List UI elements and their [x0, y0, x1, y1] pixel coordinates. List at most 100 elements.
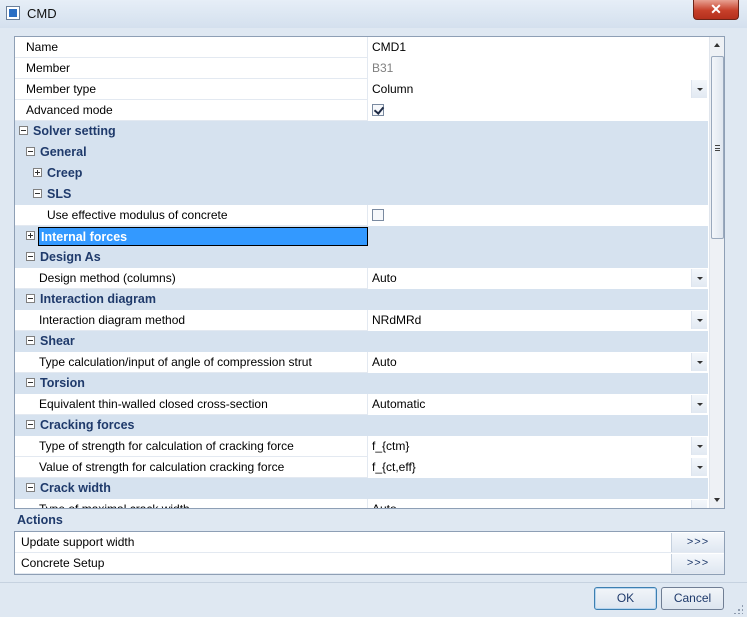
grid-category-row[interactable]: Interaction diagram: [15, 289, 708, 310]
property-grid: Name CMD1 Member B31 Member type Column Advanc…: [14, 36, 725, 509]
app-icon: [6, 6, 20, 20]
grid-property-row[interactable]: Value of strength for calculation cracki…: [15, 457, 708, 478]
scroll-down-arrow-icon[interactable]: [710, 491, 724, 508]
grid-category-row[interactable]: Crack width: [15, 478, 708, 499]
grid-property-row[interactable]: Type of strength for calculation of crac…: [15, 436, 708, 457]
grid-property-row[interactable]: Member type Column: [15, 79, 708, 100]
property-value-cell[interactable]: Column: [367, 79, 708, 100]
grid-category-row[interactable]: Design As: [15, 247, 708, 268]
window-title: CMD: [27, 6, 57, 21]
property-label: Value of strength for calculation cracki…: [39, 460, 285, 474]
grid-property-row[interactable]: Design method (columns) Auto: [15, 268, 708, 289]
actions-title: Actions: [17, 513, 63, 527]
update-support-width-button[interactable]: >>>: [671, 533, 724, 552]
property-label: Design method (columns): [39, 271, 176, 285]
actions-panel: Update support width >>> Concrete Setup …: [14, 531, 725, 575]
expand-icon[interactable]: [26, 231, 35, 240]
collapse-icon[interactable]: [26, 252, 35, 261]
category-label: Shear: [40, 334, 75, 348]
action-row-concrete-setup: Concrete Setup >>>: [15, 553, 724, 574]
grid-category-row[interactable]: Internal forces: [15, 226, 708, 247]
category-label: Creep: [47, 166, 83, 180]
property-label: Type of maximal crack width: [39, 502, 190, 509]
close-button[interactable]: ✕: [693, 0, 739, 20]
collapse-icon[interactable]: [26, 420, 35, 429]
property-label: Member: [26, 61, 71, 75]
property-value: CMD1: [372, 40, 407, 54]
collapse-icon[interactable]: [26, 378, 35, 387]
property-value-cell[interactable]: Auto: [367, 499, 708, 508]
concrete-setup-button[interactable]: >>>: [671, 554, 724, 573]
dropdown-arrow-icon[interactable]: [691, 500, 707, 508]
collapse-icon[interactable]: [26, 294, 35, 303]
grid-property-row[interactable]: Type calculation/input of angle of compr…: [15, 352, 708, 373]
collapse-icon[interactable]: [33, 189, 42, 198]
grid-property-row[interactable]: Type of maximal crack width Auto: [15, 499, 708, 509]
property-label: Type calculation/input of angle of compr…: [39, 355, 312, 369]
grid-category-row[interactable]: Solver setting: [15, 121, 708, 142]
collapse-icon[interactable]: [26, 147, 35, 156]
grid-property-row[interactable]: Equivalent thin-walled closed cross-sect…: [15, 394, 708, 415]
collapse-icon[interactable]: [26, 336, 35, 345]
vertical-scrollbar[interactable]: [709, 37, 724, 508]
ok-button[interactable]: OK: [594, 587, 657, 610]
property-value-cell[interactable]: CMD1: [367, 37, 708, 58]
grid-category-row[interactable]: General: [15, 142, 708, 163]
grid-category-row[interactable]: Cracking forces: [15, 415, 708, 436]
footer-divider: [0, 582, 747, 583]
property-value-cell[interactable]: f_{ct,eff}: [367, 457, 708, 478]
property-value-cell[interactable]: [367, 205, 708, 226]
category-label: Solver setting: [33, 124, 116, 138]
category-label: Interaction diagram: [40, 292, 156, 306]
property-value: f_{ct,eff}: [372, 460, 416, 474]
dropdown-arrow-icon[interactable]: [691, 269, 707, 287]
category-label: Cracking forces: [40, 418, 135, 432]
property-value: Auto: [372, 271, 397, 285]
dropdown-arrow-icon[interactable]: [691, 437, 707, 455]
category-label: Crack width: [40, 481, 111, 495]
grid-property-row[interactable]: Member B31: [15, 58, 708, 79]
property-value-cell[interactable]: Automatic: [367, 394, 708, 415]
grid-property-row[interactable]: Advanced mode: [15, 100, 708, 121]
collapse-icon[interactable]: [26, 483, 35, 492]
property-label: Type of strength for calculation of crac…: [39, 439, 294, 453]
expand-icon[interactable]: [33, 168, 42, 177]
dropdown-arrow-icon[interactable]: [691, 353, 707, 371]
property-checkbox[interactable]: [372, 209, 384, 221]
property-value: Column: [372, 82, 414, 96]
property-value-cell[interactable]: NRdMRd: [367, 310, 708, 331]
grid-category-row[interactable]: Shear: [15, 331, 708, 352]
cancel-button[interactable]: Cancel: [661, 587, 724, 610]
grid-property-row[interactable]: Use effective modulus of concrete: [15, 205, 708, 226]
collapse-icon[interactable]: [19, 126, 28, 135]
grid-property-row[interactable]: Interaction diagram method NRdMRd: [15, 310, 708, 331]
property-label: Advanced mode: [26, 103, 113, 117]
category-label: SLS: [47, 187, 72, 201]
scroll-up-arrow-icon[interactable]: [710, 37, 724, 54]
property-label: Name: [26, 40, 59, 54]
property-value: Automatic: [372, 397, 426, 411]
dropdown-arrow-icon[interactable]: [691, 395, 707, 413]
dropdown-arrow-icon[interactable]: [691, 80, 707, 98]
grid-category-row[interactable]: Torsion: [15, 373, 708, 394]
property-value-cell[interactable]: [367, 100, 708, 121]
property-value-cell[interactable]: Auto: [367, 268, 708, 289]
dropdown-arrow-icon[interactable]: [691, 458, 707, 476]
scroll-grip-icon: [715, 145, 720, 151]
dropdown-arrow-icon[interactable]: [691, 311, 707, 329]
grid-category-row[interactable]: SLS: [15, 184, 708, 205]
property-checkbox[interactable]: [372, 104, 384, 116]
title-bar: CMD ✕: [0, 0, 747, 28]
category-label: General: [40, 145, 87, 159]
property-label: Member type: [26, 82, 97, 96]
action-label: Update support width: [21, 535, 135, 549]
scrollbar-thumb[interactable]: [711, 56, 724, 239]
property-value-cell: B31: [367, 58, 708, 79]
property-value: Auto: [372, 355, 397, 369]
property-value-cell[interactable]: f_{ctm}: [367, 436, 708, 457]
grid-category-row[interactable]: Creep: [15, 163, 708, 184]
property-label: Use effective modulus of concrete: [47, 208, 228, 222]
grid-property-row[interactable]: Name CMD1: [15, 37, 708, 58]
property-value-cell[interactable]: Auto: [367, 352, 708, 373]
resize-grip-icon[interactable]: [733, 604, 743, 614]
